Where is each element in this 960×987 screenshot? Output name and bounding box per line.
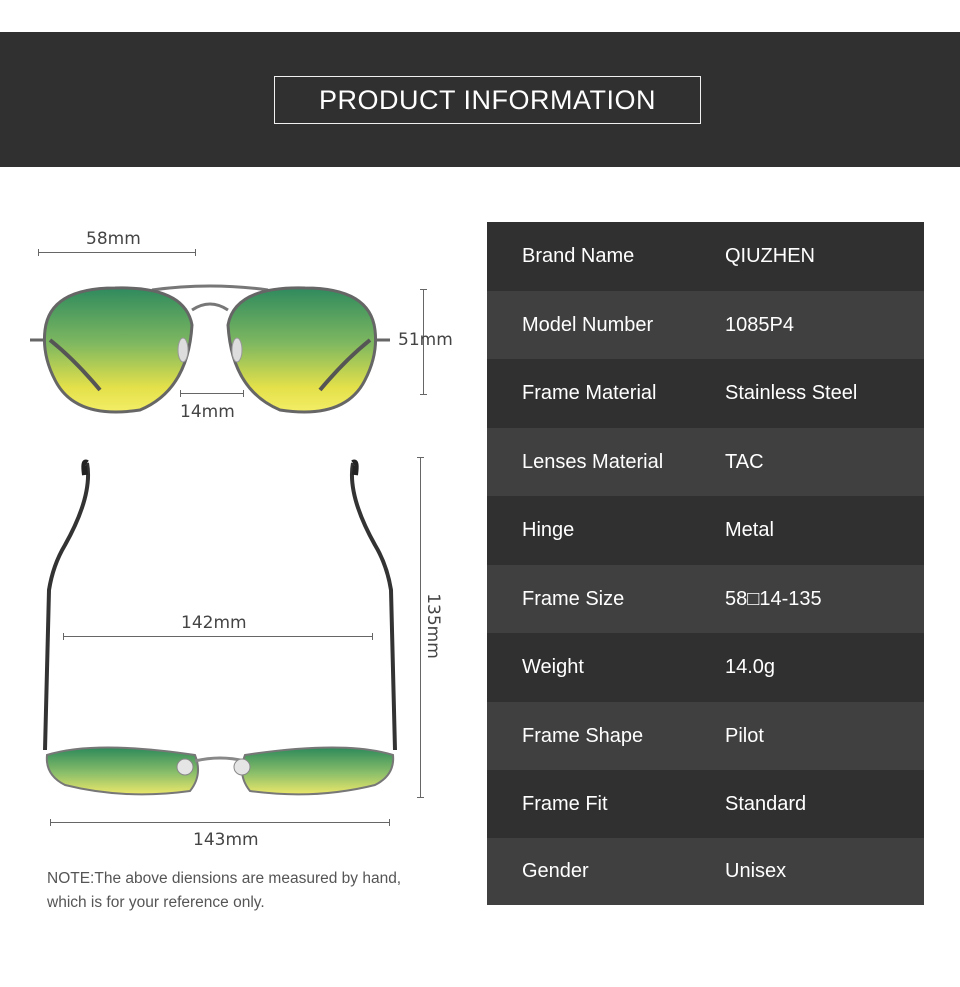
- spec-key: Weight: [522, 656, 584, 678]
- spec-row: Frame Size 58□14-135: [487, 565, 924, 633]
- spec-row: Gender Unisex: [487, 838, 924, 905]
- lens-width-label: 58mm: [86, 229, 141, 249]
- spec-key: Frame Fit: [522, 792, 608, 815]
- spec-key: Frame Size: [522, 587, 625, 610]
- spec-key: Frame Material: [522, 382, 657, 404]
- total-width-label: 143mm: [193, 830, 259, 850]
- spec-key: Lenses Material: [522, 450, 664, 473]
- lens-width-dimension-line: [38, 249, 196, 256]
- temple-span-dimension-line: [63, 633, 373, 640]
- temple-span-label: 142mm: [181, 613, 247, 633]
- header-band: PRODUCT INFORMATION: [0, 32, 960, 167]
- page-title: PRODUCT INFORMATION: [274, 76, 701, 124]
- spec-value: Standard: [725, 792, 807, 815]
- temple-length-dimension-line: [417, 457, 424, 798]
- spec-row: Weight 14.0g: [487, 633, 924, 702]
- spec-value: Metal: [725, 519, 774, 541]
- total-width-dimension-line: [50, 819, 390, 826]
- lens-height-label: 51mm: [398, 330, 453, 350]
- spec-key: Brand Name: [522, 245, 635, 267]
- spec-row: Hinge Metal: [487, 496, 924, 565]
- measurement-note: NOTE:The above diensions are measured by…: [47, 867, 447, 915]
- spec-value: QIUZHEN: [725, 245, 815, 267]
- spec-table: Brand Name QIUZHEN Model Number 1085P4 F…: [487, 222, 924, 905]
- spec-value: 14.0g: [725, 656, 776, 678]
- note-line-2: which is for your reference only.: [47, 894, 265, 911]
- spec-row: Frame Fit Standard: [487, 770, 924, 838]
- page-title-text: PRODUCT INFORMATION: [319, 84, 656, 115]
- spec-row: Lenses Material TAC: [487, 428, 924, 496]
- spec-value: TAC: [725, 450, 764, 473]
- spec-row: Frame Shape Pilot: [487, 702, 924, 770]
- spec-value: 1085P4: [725, 313, 794, 336]
- bridge-label: 14mm: [180, 402, 235, 422]
- spec-row: Frame Material Stainless Steel: [487, 359, 924, 428]
- spec-row: Brand Name QIUZHEN: [487, 222, 924, 291]
- spec-value: Stainless Steel: [725, 382, 858, 404]
- bridge-dimension-line: [180, 390, 244, 397]
- note-line-1: NOTE:The above diensions are measured by…: [47, 870, 402, 887]
- spec-row: Model Number 1085P4: [487, 291, 924, 359]
- spec-key: Hinge: [522, 519, 575, 541]
- spec-value: Pilot: [725, 724, 764, 747]
- spec-value: Unisex: [725, 860, 787, 882]
- spec-key: Gender: [522, 860, 589, 882]
- spec-value: 58□14-135: [725, 587, 822, 610]
- temple-length-label: 135mm: [422, 593, 443, 659]
- spec-key: Frame Shape: [522, 724, 644, 747]
- spec-key: Model Number: [522, 313, 654, 336]
